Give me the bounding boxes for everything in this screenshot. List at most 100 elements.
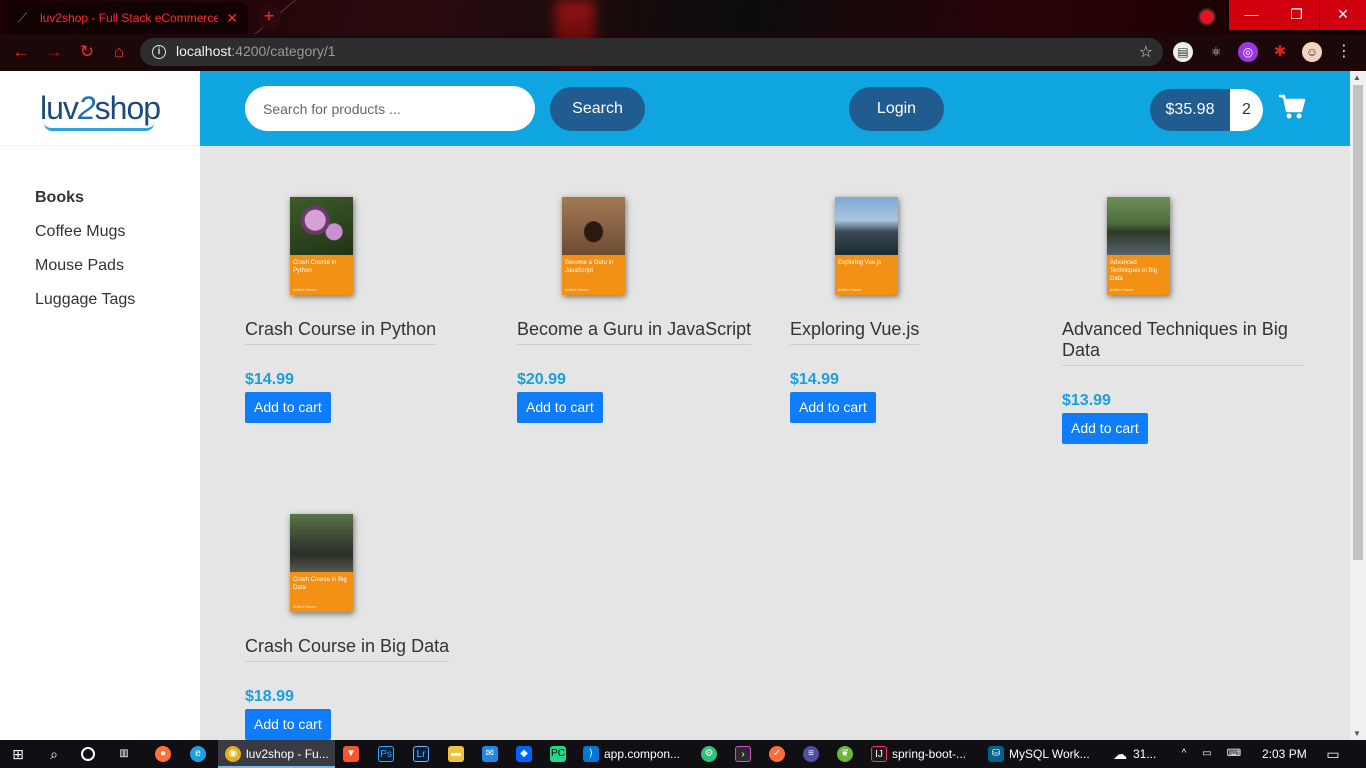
extension-react-icon[interactable]: ⚛ bbox=[1206, 42, 1226, 62]
search-button[interactable]: Search bbox=[550, 87, 645, 131]
weather-text: 31... bbox=[1133, 747, 1157, 761]
profile-avatar-icon[interactable]: ☺ bbox=[1302, 42, 1322, 62]
url-host: localhost bbox=[176, 43, 232, 59]
product-price: $14.99 bbox=[245, 371, 294, 388]
add-to-cart-button[interactable]: Add to cart bbox=[790, 392, 876, 423]
new-tab-button[interactable]: + bbox=[257, 5, 281, 29]
terminal-icon[interactable]: › bbox=[735, 740, 751, 768]
taskbar-mysql[interactable]: ⛁ MySQL Work... bbox=[988, 740, 1090, 768]
cart-status[interactable]: $35.98 2 bbox=[1150, 89, 1263, 131]
taskbar-intellij[interactable]: IJ spring-boot-... bbox=[871, 740, 966, 768]
extension-purple-icon[interactable]: ◎ bbox=[1238, 42, 1258, 62]
tab-close-icon[interactable]: ✕ bbox=[226, 10, 238, 27]
cortana-icon[interactable] bbox=[81, 740, 95, 768]
photoshop-icon[interactable]: Ps bbox=[378, 740, 394, 768]
record-icon[interactable] bbox=[1198, 8, 1216, 26]
product-image[interactable]: Exploring Vue.js Author Name bbox=[835, 197, 898, 295]
forward-icon[interactable]: → bbox=[43, 41, 65, 63]
task-view-icon[interactable]: ▥ bbox=[116, 740, 132, 768]
cover-title: Crash Course in Big Data bbox=[293, 577, 347, 591]
product-image[interactable]: Become a Guru in JavaScript Author Name bbox=[562, 197, 625, 295]
tray-chevron-icon[interactable]: ^ bbox=[1176, 740, 1192, 768]
taskbar-vscode[interactable]: ⟩ app.compon... bbox=[583, 740, 680, 768]
logo-swoosh bbox=[43, 123, 154, 131]
clock-time: 2:03 PM bbox=[1262, 747, 1307, 761]
search-icon[interactable]: ⌕ bbox=[46, 740, 62, 768]
product-title[interactable]: Advanced Techniques in Big Data bbox=[1062, 319, 1304, 366]
shopping-cart-icon[interactable] bbox=[1278, 93, 1306, 121]
mail-icon[interactable]: ✉ bbox=[482, 740, 498, 768]
category-menu: Books Coffee Mugs Mouse Pads Luggage Tag… bbox=[0, 188, 200, 324]
battery-icon[interactable]: ▭ bbox=[1199, 740, 1215, 768]
home-icon[interactable]: ⌂ bbox=[108, 41, 130, 63]
keyboard-icon[interactable]: ⌨ bbox=[1223, 740, 1245, 768]
spring-tools-icon[interactable]: ❦ bbox=[837, 740, 853, 768]
reload-icon[interactable]: ↻ bbox=[76, 41, 98, 63]
add-to-cart-button[interactable]: Add to cart bbox=[1062, 413, 1148, 444]
windows-taskbar: ⊞ ⌕ ▥ ● e ◉ luv2shop - Fu... ▼ Ps Lr ▬ ✉ … bbox=[0, 740, 1366, 768]
browser-menu-icon[interactable]: ⋮ bbox=[1334, 42, 1354, 62]
luv2shop-logo[interactable]: luv2shop bbox=[39, 89, 161, 131]
lightroom-icon[interactable]: Lr bbox=[413, 740, 429, 768]
logo-text-shop: shop bbox=[94, 89, 161, 126]
add-to-cart-button[interactable]: Add to cart bbox=[245, 709, 331, 740]
back-icon[interactable]: ← bbox=[10, 41, 32, 63]
add-to-cart-button[interactable]: Add to cart bbox=[245, 392, 331, 423]
window-close-button[interactable]: ✕ bbox=[1320, 0, 1366, 30]
logo-area[interactable]: luv2shop bbox=[0, 71, 200, 146]
cover-title: Become a Guru in JavaScript bbox=[565, 260, 614, 274]
firefox-icon[interactable]: ● bbox=[155, 740, 171, 768]
category-item-mouse-pads[interactable]: Mouse Pads bbox=[35, 256, 200, 290]
search-input[interactable] bbox=[245, 86, 535, 131]
notes-icon[interactable]: ≡ bbox=[803, 740, 819, 768]
scrollbar-thumb[interactable] bbox=[1353, 85, 1363, 560]
scroll-up-icon[interactable]: ▲ bbox=[1353, 73, 1361, 82]
postman-icon[interactable]: ✓ bbox=[769, 740, 785, 768]
scroll-down-icon[interactable]: ▼ bbox=[1353, 729, 1361, 738]
intellij-icon: IJ bbox=[871, 746, 887, 762]
mysql-workbench-icon: ⛁ bbox=[988, 746, 1004, 762]
category-item-books[interactable]: Books bbox=[35, 188, 200, 222]
product-title-line: Data bbox=[1062, 340, 1101, 360]
cloud-icon: ☁ bbox=[1113, 746, 1127, 762]
notifications-icon[interactable]: ▭ bbox=[1325, 740, 1341, 768]
extension-docs-icon[interactable]: ▤ bbox=[1173, 42, 1193, 62]
header: Search Login $35.98 2 bbox=[200, 71, 1350, 146]
taskbar-label: luv2shop - Fu... bbox=[246, 747, 329, 761]
start-windows-icon[interactable]: ⊞ bbox=[10, 740, 26, 768]
category-item-luggage-tags[interactable]: Luggage Tags bbox=[35, 290, 200, 324]
window-minimize-button[interactable]: — bbox=[1229, 0, 1274, 30]
cart-total-price: $35.98 bbox=[1150, 89, 1230, 131]
cover-title: Crash Course in Python bbox=[293, 260, 337, 274]
pycharm-icon[interactable]: PC bbox=[550, 740, 566, 768]
product-image[interactable]: Crash Course in Python Author Name bbox=[290, 197, 353, 295]
site-info-icon[interactable]: i bbox=[152, 45, 166, 59]
product-title[interactable]: Exploring Vue.js bbox=[790, 319, 920, 345]
product-image[interactable]: Crash Course in Big Data Author Name bbox=[290, 514, 353, 612]
logo-text-luv: luv bbox=[39, 89, 79, 126]
category-item-coffee-mugs[interactable]: Coffee Mugs bbox=[35, 222, 200, 256]
clock[interactable]: 2:03 PM bbox=[1262, 740, 1307, 768]
logo-text-2: 2 bbox=[77, 89, 96, 126]
product-title[interactable]: Become a Guru in JavaScript bbox=[517, 319, 752, 345]
taskbar-chrome-luv2shop[interactable]: ◉ luv2shop - Fu... bbox=[225, 740, 329, 768]
login-button[interactable]: Login bbox=[849, 87, 944, 131]
bookmark-star-icon[interactable]: ☆ bbox=[1139, 42, 1153, 62]
product-price: $13.99 bbox=[1062, 392, 1111, 409]
sourcetree-icon[interactable]: ⚙ bbox=[701, 740, 717, 768]
dropbox-icon[interactable]: ◆ bbox=[516, 740, 532, 768]
window-restore-button[interactable]: ❐ bbox=[1274, 0, 1319, 30]
extensions-puzzle-icon[interactable]: ✱ bbox=[1270, 42, 1290, 62]
browser-tab[interactable]: ⟋ luv2shop - Full Stack eCommerce ✕ bbox=[8, 2, 248, 34]
file-explorer-icon[interactable]: ▬ bbox=[448, 740, 464, 768]
product-image[interactable]: Advanced Techniques in Big Data Author N… bbox=[1107, 197, 1170, 295]
address-bar[interactable]: i localhost:4200/category/1 ☆ bbox=[140, 38, 1163, 66]
product-title[interactable]: Crash Course in Python bbox=[245, 319, 437, 345]
product-title[interactable]: Crash Course in Big Data bbox=[245, 636, 450, 662]
cover-photo bbox=[290, 197, 353, 255]
edge-icon[interactable]: e bbox=[190, 740, 206, 768]
page-scrollbar[interactable]: ▲ ▼ bbox=[1350, 71, 1366, 740]
add-to-cart-button[interactable]: Add to cart bbox=[517, 392, 603, 423]
weather-widget[interactable]: ☁ 31... bbox=[1112, 740, 1156, 768]
brave-icon[interactable]: ▼ bbox=[343, 740, 359, 768]
